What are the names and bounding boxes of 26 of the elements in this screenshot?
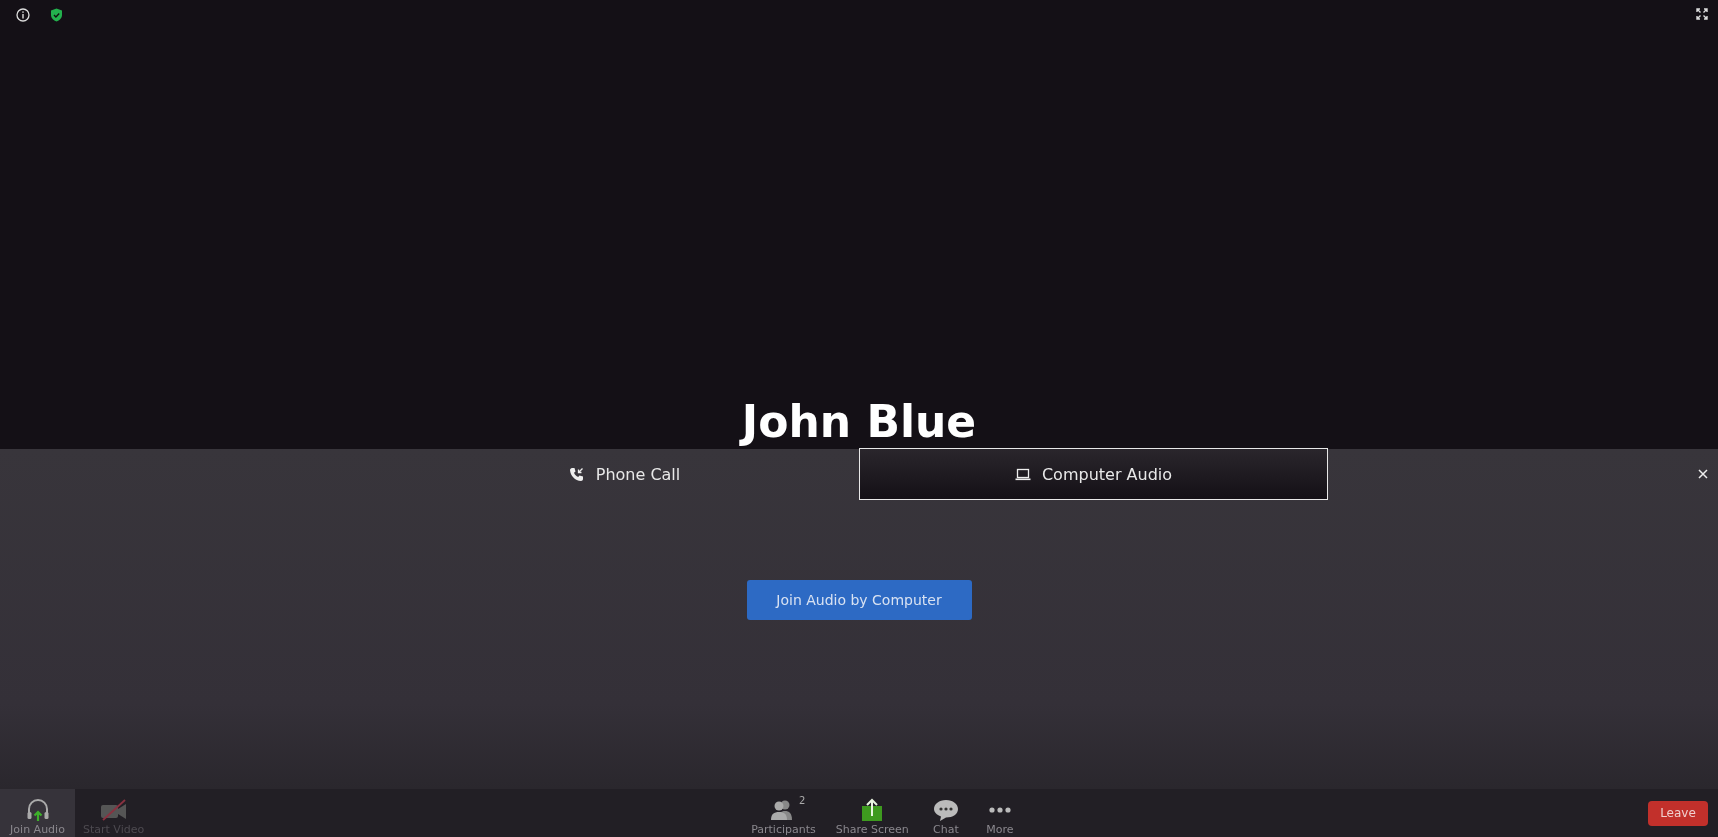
camera-off-icon: [99, 799, 128, 821]
phone-icon: [568, 466, 585, 482]
fullscreen-button[interactable]: [1694, 6, 1710, 22]
participant-count: 2: [799, 795, 806, 806]
chat-bubble-icon: [932, 798, 959, 822]
close-icon: [1698, 469, 1708, 479]
toolbar-button[interactable]: 2 Participants: [743, 789, 824, 837]
info-icon: [16, 8, 30, 22]
more-dots-icon: [987, 806, 1012, 814]
audio-tab[interactable]: Phone Call: [390, 448, 859, 500]
leave-button[interactable]: Leave: [1648, 800, 1708, 826]
participant-name: John Blue: [741, 396, 977, 448]
toolbar-button[interactable]: Share Screen: [827, 789, 917, 837]
toolbar-button[interactable]: Join Audio: [0, 789, 75, 837]
close-button[interactable]: [1696, 467, 1710, 481]
toolbar-button[interactable]: Chat: [920, 789, 971, 837]
encryption-button[interactable]: [48, 6, 65, 24]
info-button[interactable]: [14, 6, 32, 24]
share-upload-icon: [861, 798, 884, 822]
headphones-icon: [25, 798, 50, 822]
shield-check-icon: [50, 8, 63, 22]
toolbar-button[interactable]: More: [974, 789, 1025, 837]
join-audio-button[interactable]: Join Audio by Computer: [746, 580, 972, 620]
audio-tab[interactable]: Computer Audio: [859, 448, 1328, 500]
expand-icon: [1696, 8, 1708, 20]
laptop-icon: [1014, 466, 1031, 482]
